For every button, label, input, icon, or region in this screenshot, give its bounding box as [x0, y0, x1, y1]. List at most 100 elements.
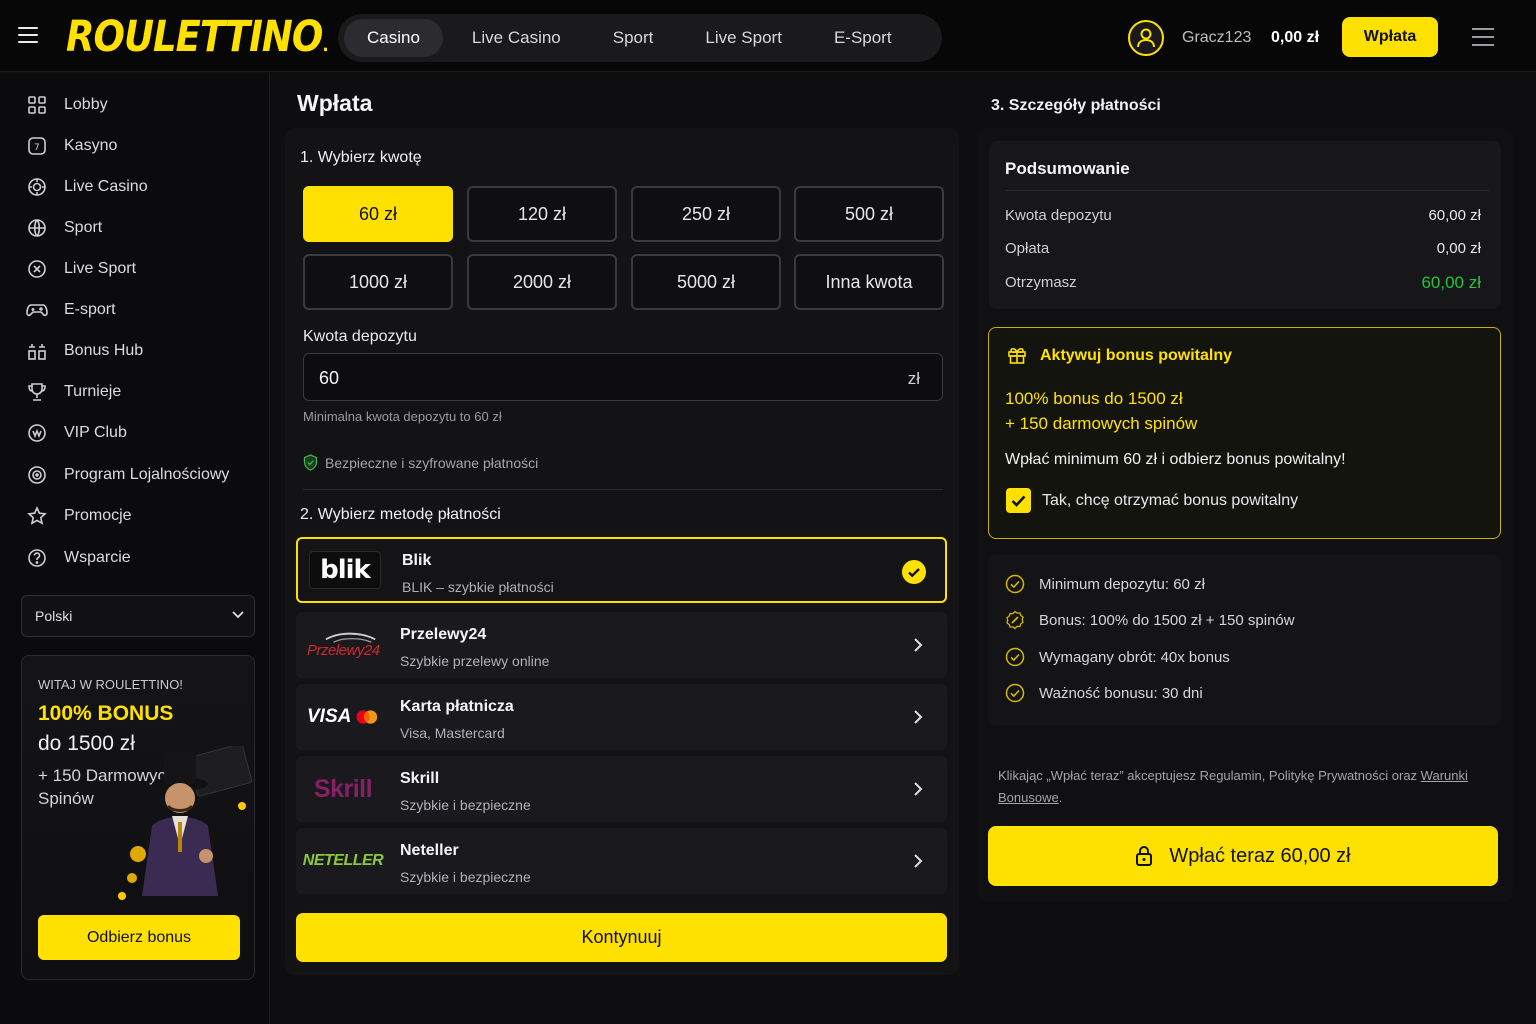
star-icon [26, 505, 48, 527]
summary-divider [1005, 190, 1489, 191]
terms-end: . [1058, 790, 1063, 805]
payment-method-przelewy24[interactable]: Przelewy24 Przelewy24 Szybkie przelewy o… [296, 612, 947, 678]
info-text: Wymagany obrót: 40x bonus [1039, 648, 1230, 666]
sidebar-item-kasyno[interactable]: 7 Kasyno [26, 134, 117, 158]
amount-option-2000[interactable]: 2000 zł [467, 254, 617, 310]
language-value: Polski [35, 608, 73, 624]
amount-option-500[interactable]: 500 zł [794, 186, 944, 242]
amount-option-1000[interactable]: 1000 zł [303, 254, 453, 310]
promo-banner: WITAJ W ROULETTINO! 100% BONUS do 1500 z… [21, 655, 255, 980]
sidebar-item-e-sport[interactable]: E-sport [26, 298, 116, 322]
sidebar-item-label: Live Casino [64, 178, 148, 195]
sidebar-item-label: Kasyno [64, 137, 118, 154]
sidebar-item-program-lojalnosciowy[interactable]: Program Lojalnościowy [26, 463, 229, 487]
min-deposit-hint: Minimalna kwota depozytu to 60 zł [303, 409, 502, 424]
summary-title: Podsumowanie [1005, 159, 1130, 178]
sidebar-item-promocje[interactable]: Promocje [26, 504, 132, 528]
deposit-amount-input[interactable]: 60 zł [303, 353, 943, 401]
claim-bonus-button[interactable]: Odbierz bonus [38, 915, 240, 960]
main-nav: Casino Live Casino Sport Live Sport E-Sp… [338, 14, 942, 62]
method-description: Szybkie przelewy online [400, 653, 550, 669]
bonus-checkbox[interactable] [1006, 488, 1031, 513]
payment-method-neteller[interactable]: NETELLER Neteller Szybkie i bezpieczne [296, 828, 947, 894]
payment-method-card[interactable]: VISA Karta płatnicza Visa, Mastercard [296, 684, 947, 750]
gift-icon [1008, 348, 1026, 364]
vip-icon [26, 422, 48, 444]
pay-now-label: Wpłać teraz 60,00 zł [1169, 844, 1351, 867]
header-deposit-button[interactable]: Wpłata [1342, 17, 1438, 57]
skrill-logo: Skrill [307, 770, 379, 808]
bonus-description: Wpłać minimum 60 zł i odbierz bonus powi… [1005, 451, 1346, 468]
user-icon [1137, 28, 1155, 48]
payment-method-skrill[interactable]: Skrill Skrill Szybkie i bezpieczne [296, 756, 947, 822]
mastercard-icon [356, 710, 378, 724]
language-select[interactable]: Polski [21, 595, 255, 637]
summary-value: 60,00 zł [1428, 207, 1481, 224]
bonus-checkbox-label[interactable]: Tak, chcę otrzymać bonus powitalny [1042, 492, 1298, 510]
chevron-right-icon [914, 710, 923, 724]
continue-button[interactable]: Kontynuuj [296, 913, 947, 962]
method-description: Szybkie i bezpieczne [400, 797, 531, 813]
check-circle-icon [1005, 683, 1025, 703]
page-title: Wpłata [297, 90, 373, 116]
nav-e-sport[interactable]: E-Sport [811, 19, 915, 57]
amount-option-60[interactable]: 60 zł [303, 186, 453, 242]
bonus-info-box: Minimum depozytu: 60 zł Bonus: 100% do 1… [988, 555, 1501, 725]
avatar[interactable] [1128, 20, 1164, 56]
sidebar-item-label: Program Lojalnościowy [64, 466, 230, 483]
username[interactable]: Gracz123 [1182, 29, 1251, 47]
bonus-hub-icon [26, 340, 48, 362]
step-1-title: 1. Wybierz kwotę [300, 149, 422, 166]
info-wagering: Wymagany obrót: 40x bonus [1005, 647, 1230, 667]
przelewy24-logo-text: Przelewy24 [307, 642, 380, 659]
svg-text:7: 7 [34, 143, 40, 153]
nav-sport[interactable]: Sport [590, 19, 677, 57]
top-bar: ROULETTINO Casino Live Casino Sport Live… [0, 0, 1536, 72]
secure-text: Bezpieczne i szyfrowane płatności [325, 454, 539, 471]
sidebar-item-wsparcie[interactable]: Wsparcie [26, 546, 131, 570]
sidebar-item-label: Sport [64, 219, 103, 236]
method-name: Przelewy24 [400, 626, 487, 643]
nav-live-sport[interactable]: Live Sport [682, 19, 805, 57]
check-circle-icon [1005, 647, 1025, 667]
sidebar-item-bonus-hub[interactable]: Bonus Hub [26, 339, 143, 363]
sidebar-item-vip-club[interactable]: VIP Club [26, 421, 127, 445]
amount-option-5000[interactable]: 5000 zł [631, 254, 781, 310]
sidebar-item-sport[interactable]: Sport [26, 216, 102, 240]
payment-method-blik[interactable]: blik Blik BLIK – szybkie płatności [296, 537, 947, 603]
summary-label: Otrzymasz [1005, 274, 1077, 291]
sidebar-item-live-sport[interactable]: Live Sport [26, 257, 136, 281]
selected-check-icon [902, 560, 926, 584]
divider [303, 489, 943, 490]
sidebar-item-lobby[interactable]: Lobby [26, 93, 108, 117]
hamburger-menu-icon[interactable] [18, 27, 38, 45]
amount-option-250[interactable]: 250 zł [631, 186, 781, 242]
bonus-title: Aktywuj bonus powitalny [1040, 347, 1233, 364]
blik-logo-text: blik [320, 555, 371, 585]
visa-mastercard-logo: VISA [307, 698, 379, 736]
bonus-badge-icon [1006, 610, 1024, 630]
info-text: Minimum depozytu: 60 zł [1039, 575, 1205, 593]
slot-icon: 7 [26, 135, 48, 157]
amount-option-other[interactable]: Inna kwota [794, 254, 944, 310]
amount-option-120[interactable]: 120 zł [467, 186, 617, 242]
neteller-logo-text: NETELLER [302, 852, 384, 869]
sidebar-item-live-casino[interactable]: Live Casino [26, 175, 148, 199]
nav-live-casino[interactable]: Live Casino [449, 19, 584, 57]
sidebar-item-label: VIP Club [64, 424, 127, 441]
more-menu-icon[interactable] [1472, 28, 1494, 52]
chevron-right-icon [914, 638, 923, 652]
secure-payments-note: Bezpieczne i szyfrowane płatności [303, 454, 538, 471]
sidebar-item-turnieje[interactable]: Turnieje [26, 380, 121, 404]
pay-now-button[interactable]: Wpłać teraz 60,00 zł [988, 826, 1498, 886]
visa-logo-text: VISA [307, 706, 352, 727]
sidebar-item-label: Turnieje [64, 383, 122, 400]
logo-text: ROULETTINO [66, 12, 323, 62]
nav-casino[interactable]: Casino [344, 19, 443, 57]
sidebar: Lobby 7 Kasyno Live Casino Sport Live Sp… [0, 73, 270, 1024]
logo[interactable]: ROULETTINO [66, 12, 328, 62]
summary-label: Kwota depozytu [1005, 207, 1112, 224]
info-validity: Ważność bonusu: 30 dni [1005, 683, 1203, 703]
checkmark-icon [1011, 495, 1026, 507]
bonus-line-2: + 150 darmowych spinów [1005, 414, 1198, 433]
